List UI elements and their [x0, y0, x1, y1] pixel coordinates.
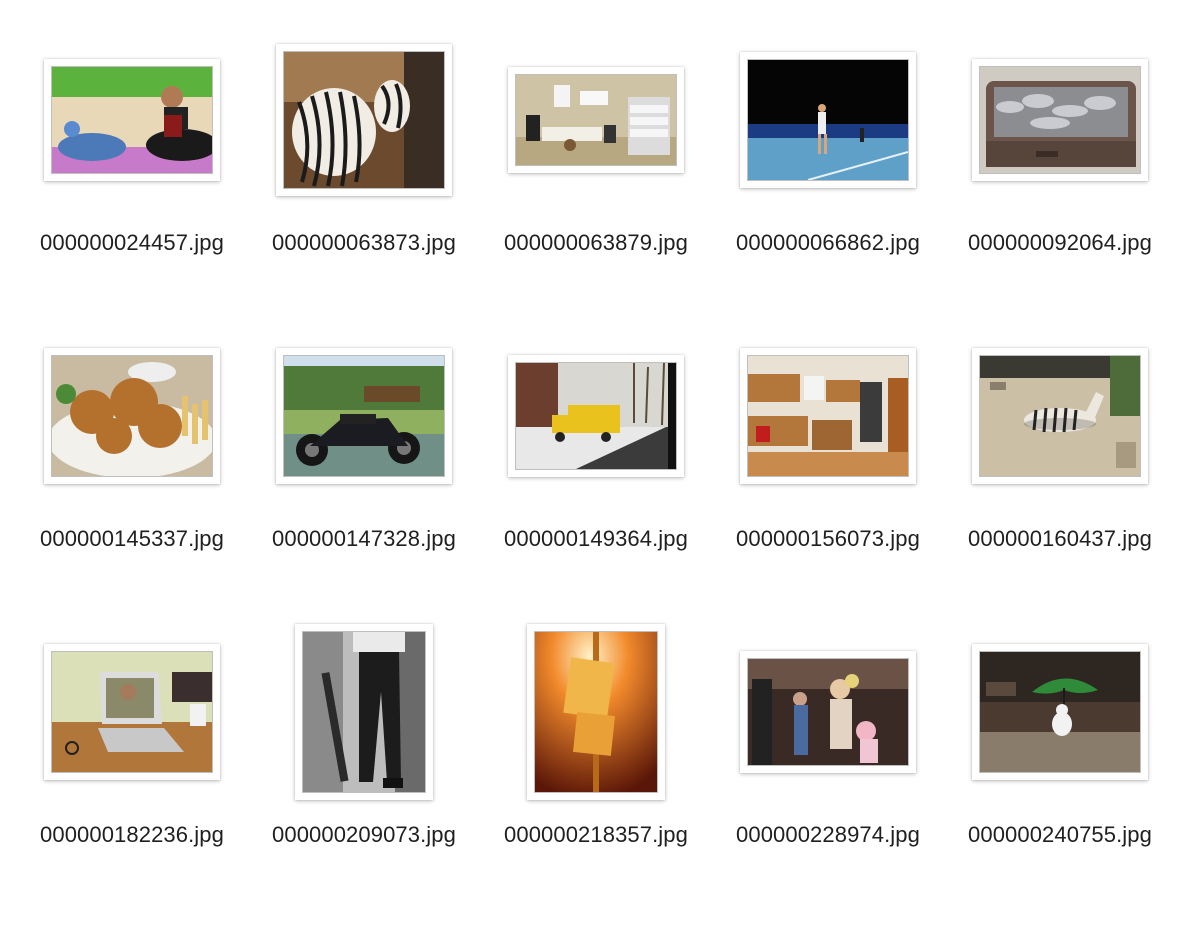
file-name-label[interactable]: 000000024457.jpg [16, 226, 248, 259]
file-icon-grid: 000000024457.jpg 000000063873.jpg 000000… [0, 0, 1186, 906]
file-thumbnail-area[interactable] [480, 336, 712, 506]
image-thumbnail-icon[interactable] [508, 67, 684, 173]
file-item[interactable]: 000000024457.jpg [16, 40, 248, 336]
image-thumbnail-icon[interactable] [740, 52, 916, 188]
file-item[interactable]: 000000182236.jpg [16, 632, 248, 928]
file-name-label[interactable]: 000000218357.jpg [480, 818, 712, 851]
image-thumbnail-icon[interactable] [972, 348, 1148, 484]
image-thumbnail-icon[interactable] [276, 348, 452, 484]
image-thumbnail-icon[interactable] [44, 644, 220, 780]
file-item[interactable]: 000000063879.jpg [480, 40, 712, 336]
file-item[interactable]: 000000156073.jpg [712, 336, 944, 632]
file-name-label[interactable]: 000000066862.jpg [712, 226, 944, 259]
file-thumbnail-area[interactable] [944, 40, 1176, 210]
file-name-label[interactable]: 000000182236.jpg [16, 818, 248, 851]
file-thumbnail-area[interactable] [944, 336, 1176, 506]
file-thumbnail-area[interactable] [944, 632, 1176, 802]
file-name-label[interactable]: 000000209073.jpg [248, 818, 480, 851]
file-name-label[interactable]: 000000092064.jpg [944, 226, 1176, 259]
file-name-label[interactable]: 000000160437.jpg [944, 522, 1176, 555]
file-item[interactable]: 000000160437.jpg [944, 336, 1176, 632]
file-thumbnail-area[interactable] [248, 624, 480, 802]
image-thumbnail-icon[interactable] [972, 59, 1148, 181]
image-thumbnail-icon[interactable] [740, 651, 916, 773]
file-item[interactable]: 000000145337.jpg [16, 336, 248, 632]
file-thumbnail-area[interactable] [480, 40, 712, 210]
file-thumbnail-area[interactable] [712, 336, 944, 506]
file-thumbnail-area[interactable] [248, 40, 480, 210]
file-item[interactable]: 000000063873.jpg [248, 40, 480, 336]
file-name-label[interactable]: 000000145337.jpg [16, 522, 248, 555]
file-thumbnail-area[interactable] [16, 336, 248, 506]
file-name-label[interactable]: 000000063873.jpg [248, 226, 480, 259]
image-thumbnail-icon[interactable] [276, 44, 452, 196]
file-item[interactable]: 000000240755.jpg [944, 632, 1176, 928]
file-item[interactable]: 000000218357.jpg [480, 624, 712, 928]
file-item[interactable]: 000000066862.jpg [712, 40, 944, 336]
image-thumbnail-icon[interactable] [295, 624, 433, 800]
image-thumbnail-icon[interactable] [44, 59, 220, 181]
image-thumbnail-icon[interactable] [527, 624, 665, 800]
file-name-label[interactable]: 000000149364.jpg [480, 522, 712, 555]
image-thumbnail-icon[interactable] [44, 348, 220, 484]
file-name-label[interactable]: 000000156073.jpg [712, 522, 944, 555]
image-thumbnail-icon[interactable] [972, 644, 1148, 780]
file-thumbnail-area[interactable] [712, 632, 944, 802]
file-thumbnail-area[interactable] [712, 40, 944, 210]
image-thumbnail-icon[interactable] [740, 348, 916, 484]
file-thumbnail-area[interactable] [16, 632, 248, 802]
file-item[interactable]: 000000149364.jpg [480, 336, 712, 632]
file-name-label[interactable]: 000000147328.jpg [248, 522, 480, 555]
file-item[interactable]: 000000228974.jpg [712, 632, 944, 928]
file-thumbnail-area[interactable] [16, 40, 248, 210]
image-thumbnail-icon[interactable] [508, 355, 684, 477]
file-item[interactable]: 000000209073.jpg [248, 624, 480, 928]
file-name-label[interactable]: 000000240755.jpg [944, 818, 1176, 851]
file-item[interactable]: 000000147328.jpg [248, 336, 480, 632]
file-name-label[interactable]: 000000228974.jpg [712, 818, 944, 851]
file-name-label[interactable]: 000000063879.jpg [480, 226, 712, 259]
file-item[interactable]: 000000092064.jpg [944, 40, 1176, 336]
file-thumbnail-area[interactable] [248, 336, 480, 506]
file-thumbnail-area[interactable] [480, 624, 712, 802]
